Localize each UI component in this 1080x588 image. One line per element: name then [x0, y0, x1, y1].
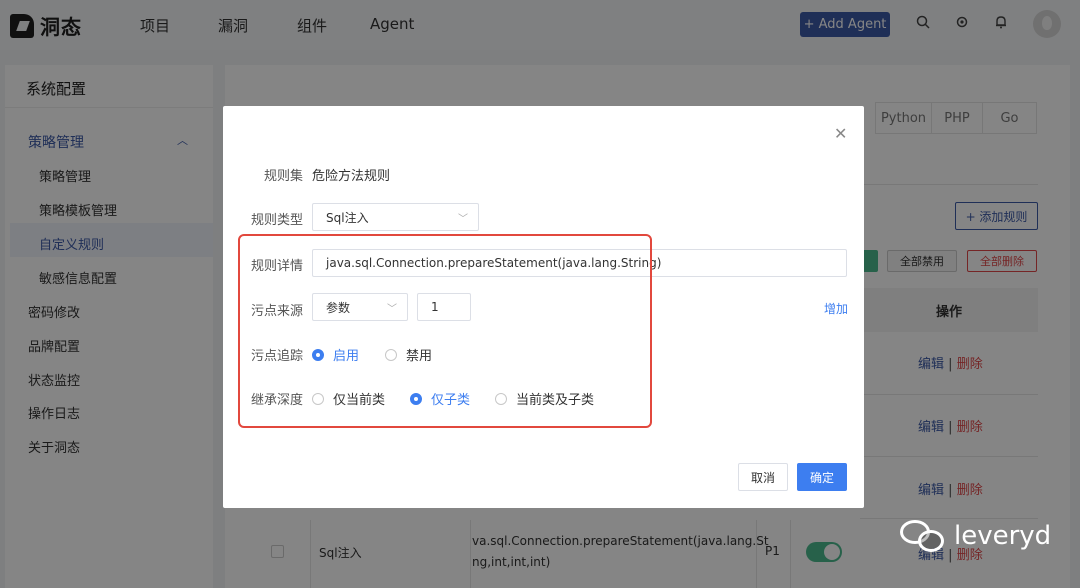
rule-type-value: Sql注入 — [326, 210, 369, 225]
rule-type-select[interactable]: Sql注入 ﹀ — [312, 203, 479, 231]
rule-type-label: 规则类型 — [251, 213, 304, 228]
watermark-text: leveryd — [954, 521, 1052, 551]
watermark: leveryd — [900, 518, 1051, 554]
wechat-icon — [900, 518, 948, 554]
ruleset-value: 危险方法规则 — [312, 169, 391, 184]
highlight-box — [238, 234, 652, 428]
chevron-down-icon: ﹀ — [458, 214, 468, 225]
cancel-button[interactable]: 取消 — [738, 463, 788, 491]
add-source-link[interactable]: 增加 — [824, 300, 848, 317]
confirm-button[interactable]: 确定 — [797, 463, 847, 491]
close-icon[interactable]: ✕ — [834, 124, 847, 143]
ruleset-label: 规则集 — [264, 169, 304, 184]
